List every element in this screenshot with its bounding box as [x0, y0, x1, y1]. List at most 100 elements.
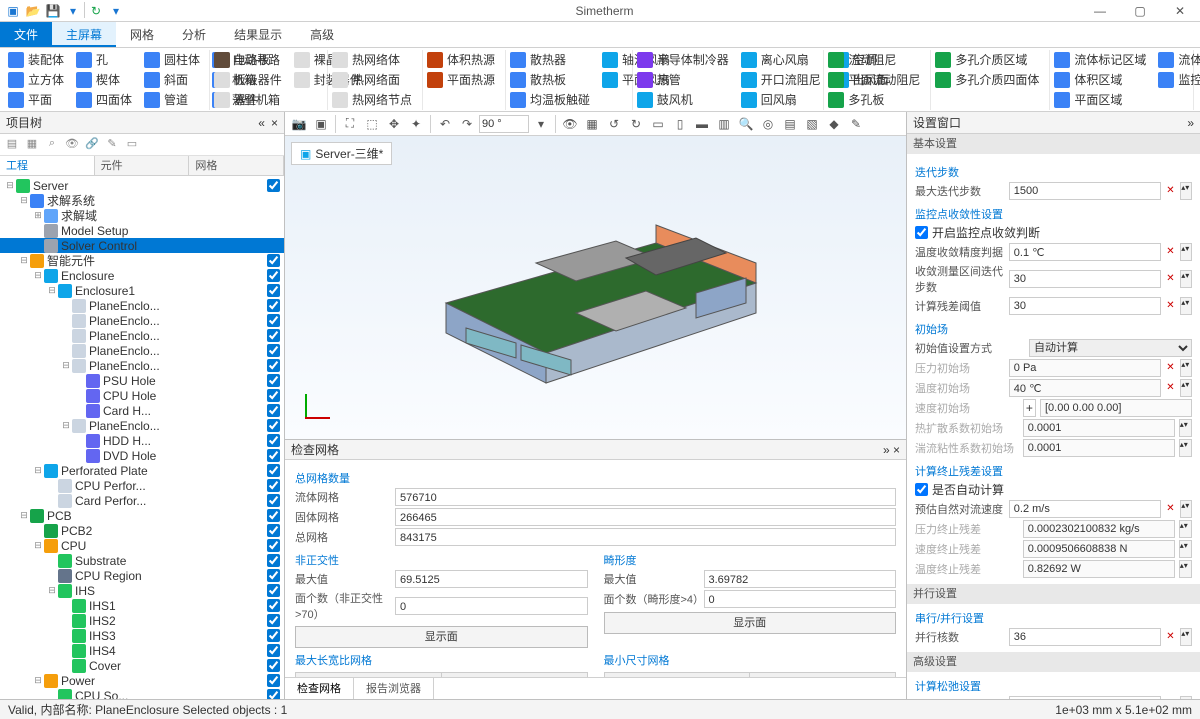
cores-input[interactable]: [1009, 628, 1161, 646]
conv-interval-input[interactable]: [1009, 270, 1161, 288]
node-checkbox[interactable]: [267, 284, 280, 297]
minimize-button[interactable]: —: [1080, 0, 1120, 22]
clear-icon[interactable]: ✕: [1165, 182, 1176, 200]
tree-node-PlaneEnclo...[interactable]: PlaneEnclo...: [0, 343, 284, 358]
expand-icon[interactable]: ⊟: [18, 255, 30, 266]
expand-icon[interactable]: ⊟: [18, 510, 30, 521]
tree-node-PSU Hole[interactable]: PSU Hole: [0, 373, 284, 388]
tree-node-IHS1[interactable]: IHS1: [0, 598, 284, 613]
init-method-select[interactable]: 自动计算: [1029, 339, 1192, 357]
3d-viewport[interactable]: ▣ Server-三维*: [285, 136, 906, 439]
node-checkbox[interactable]: [267, 689, 280, 699]
node-checkbox[interactable]: [267, 179, 280, 192]
ribbon-体积热源[interactable]: 体积热源: [425, 50, 497, 69]
menu-mesh[interactable]: 网格: [116, 22, 168, 47]
node-checkbox[interactable]: [267, 419, 280, 432]
ribbon-圆柱体[interactable]: 圆柱体: [142, 50, 202, 69]
tree-node-CPU Perfor...[interactable]: CPU Perfor...: [0, 478, 284, 493]
expand-icon[interactable]: ⊟: [32, 540, 44, 551]
show-skew-button[interactable]: 显示面: [604, 612, 897, 634]
termresid-auto-checkbox[interactable]: [915, 483, 928, 496]
ribbon-斜面[interactable]: 斜面: [142, 70, 202, 89]
ribbon-孔[interactable]: 孔: [74, 50, 134, 69]
node-checkbox[interactable]: [267, 464, 280, 477]
viewport-tab[interactable]: ▣ Server-三维*: [291, 142, 392, 165]
expand-icon[interactable]: ⊟: [32, 675, 44, 686]
tree-node-CPU Hole[interactable]: CPU Hole: [0, 388, 284, 403]
conv-resid-input[interactable]: [1009, 297, 1161, 315]
vt-camera-icon[interactable]: 📷: [289, 114, 309, 134]
tree-node-Enclosure[interactable]: ⊟Enclosure: [0, 268, 284, 283]
node-checkbox[interactable]: [267, 374, 280, 387]
tree-node-智能元件[interactable]: ⊟智能元件: [0, 253, 284, 268]
node-checkbox[interactable]: [267, 584, 280, 597]
ribbon-流体标记区域[interactable]: 流体标记区域: [1052, 50, 1148, 69]
node-checkbox[interactable]: [267, 479, 280, 492]
node-checkbox[interactable]: [267, 269, 280, 282]
vt-grid-icon[interactable]: ▦: [582, 114, 602, 134]
tool-expand-icon[interactable]: ▤: [4, 137, 20, 153]
expand-icon[interactable]: ⊟: [46, 285, 58, 296]
ribbon-楔体[interactable]: 楔体: [74, 70, 134, 89]
ribbon-监控点[interactable]: 监控点: [1156, 70, 1200, 89]
vt-move-icon[interactable]: ✥: [384, 114, 404, 134]
node-checkbox[interactable]: [267, 254, 280, 267]
vt-cube-icon[interactable]: ▣: [311, 114, 331, 134]
tree-node-PlaneEnclo...[interactable]: PlaneEnclo...: [0, 313, 284, 328]
vt-m4-icon[interactable]: ✎: [846, 114, 866, 134]
ribbon-装配体[interactable]: 装配体: [6, 50, 66, 69]
expand-icon[interactable]: ⊟: [4, 180, 16, 191]
vt-view1-icon[interactable]: ▭: [648, 114, 668, 134]
vt-m2-icon[interactable]: ▧: [802, 114, 822, 134]
tree-node-CPU Region[interactable]: CPU Region: [0, 568, 284, 583]
tree-node-求解域[interactable]: ⊞求解域: [0, 208, 284, 223]
ribbon-多孔介质区域[interactable]: 多孔介质区域: [933, 50, 1041, 69]
bp-close-icon[interactable]: ×: [893, 443, 900, 457]
expand-icon[interactable]: ⊟: [18, 195, 30, 206]
ribbon-回风扇[interactable]: 回风扇: [739, 90, 823, 109]
tree-node-IHS2[interactable]: IHS2: [0, 613, 284, 628]
vt-rot2-icon[interactable]: ↻: [626, 114, 646, 134]
ribbon-管道[interactable]: 管道: [142, 90, 202, 109]
tree-node-Cover[interactable]: Cover: [0, 658, 284, 673]
tree-tab-engineering[interactable]: 工程: [0, 156, 95, 175]
menu-analysis[interactable]: 分析: [168, 22, 220, 47]
ribbon-多孔介质四面体[interactable]: 多孔介质四面体: [933, 70, 1041, 89]
qat-app-icon[interactable]: ▣: [4, 2, 22, 20]
panel-close-icon[interactable]: ×: [271, 116, 278, 130]
tree-node-PCB[interactable]: ⊟PCB: [0, 508, 284, 523]
menu-home[interactable]: 主屏幕: [52, 22, 116, 47]
expand-icon[interactable]: ⊟: [32, 270, 44, 281]
tree-node-Substrate[interactable]: Substrate: [0, 553, 284, 568]
tool-edit-icon[interactable]: ✎: [104, 137, 120, 153]
ribbon-体积区域[interactable]: 体积区域: [1052, 70, 1148, 89]
tree-node-IHS4[interactable]: IHS4: [0, 643, 284, 658]
tree-node-CPU So...[interactable]: CPU So...: [0, 688, 284, 699]
tree-node-PCB2[interactable]: PCB2: [0, 523, 284, 538]
vt-select-icon[interactable]: ⬚: [362, 114, 382, 134]
expand-icon[interactable]: ⊟: [32, 465, 44, 476]
bp-pin-icon[interactable]: »: [883, 443, 890, 457]
tree-node-Power[interactable]: ⊟Power: [0, 673, 284, 688]
vel-btn-icon[interactable]: +: [1023, 399, 1036, 417]
node-checkbox[interactable]: [267, 329, 280, 342]
show-nonortho-button[interactable]: 显示面: [295, 626, 588, 648]
ribbon-立方体[interactable]: 立方体: [6, 70, 66, 89]
ribbon-平面流动阻尼[interactable]: 平面流动阻尼: [826, 70, 922, 89]
tab-report[interactable]: 报告浏览器: [354, 678, 434, 699]
node-checkbox[interactable]: [267, 314, 280, 327]
qat-dropdown2-icon[interactable]: ▾: [107, 2, 125, 20]
conv-temp-input[interactable]: [1009, 243, 1161, 261]
vt-view3-icon[interactable]: ▬: [692, 114, 712, 134]
tool-link-icon[interactable]: 🔗: [84, 137, 100, 153]
vt-m3-icon[interactable]: ◆: [824, 114, 844, 134]
ribbon-流动阻尼[interactable]: 流动阻尼: [826, 50, 922, 69]
ribbon-多孔板[interactable]: 多孔板: [826, 90, 922, 109]
tree-node-Solver Control[interactable]: Solver Control: [0, 238, 284, 253]
tree-node-Card H...[interactable]: Card H...: [0, 403, 284, 418]
node-checkbox[interactable]: [267, 674, 280, 687]
ribbon-流体标记点[interactable]: 流体标记点: [1156, 50, 1200, 69]
vt-redo-icon[interactable]: ↷: [457, 114, 477, 134]
vt-axes-icon[interactable]: ✦: [406, 114, 426, 134]
node-checkbox[interactable]: [267, 569, 280, 582]
